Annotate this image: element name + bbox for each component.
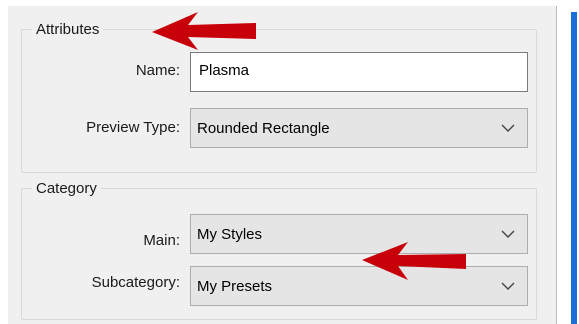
main-category-select[interactable]: My Styles [190, 214, 528, 254]
preview-type-value: Rounded Rectangle [197, 120, 330, 137]
name-field-value: Plasma [199, 62, 250, 79]
chevron-down-icon [501, 230, 515, 238]
preview-type-label: Preview Type: [86, 119, 180, 136]
panel-border [556, 6, 557, 324]
attributes-legend: Attributes [32, 21, 104, 39]
subcategory-select[interactable]: My Presets [190, 266, 528, 306]
category-legend: Category [32, 180, 101, 198]
name-label: Name: [135, 62, 180, 79]
attributes-group [21, 29, 537, 173]
main-category-value: My Styles [197, 226, 263, 243]
name-field[interactable]: Plasma [190, 52, 528, 92]
dialog-panel: Attributes Name: Plasma Preview Type: Ro… [8, 6, 556, 324]
annotation-arrow-subcategory [362, 242, 466, 280]
main-label: Main: [143, 232, 180, 249]
chevron-down-icon [501, 124, 515, 132]
preview-type-select[interactable]: Rounded Rectangle [190, 108, 528, 148]
subcategory-value: My Presets [197, 278, 273, 295]
window-accent-strip [571, 12, 577, 324]
subcategory-label: Subcategory: [91, 274, 180, 291]
annotation-arrow-attributes [152, 12, 256, 50]
chevron-down-icon [501, 282, 515, 290]
